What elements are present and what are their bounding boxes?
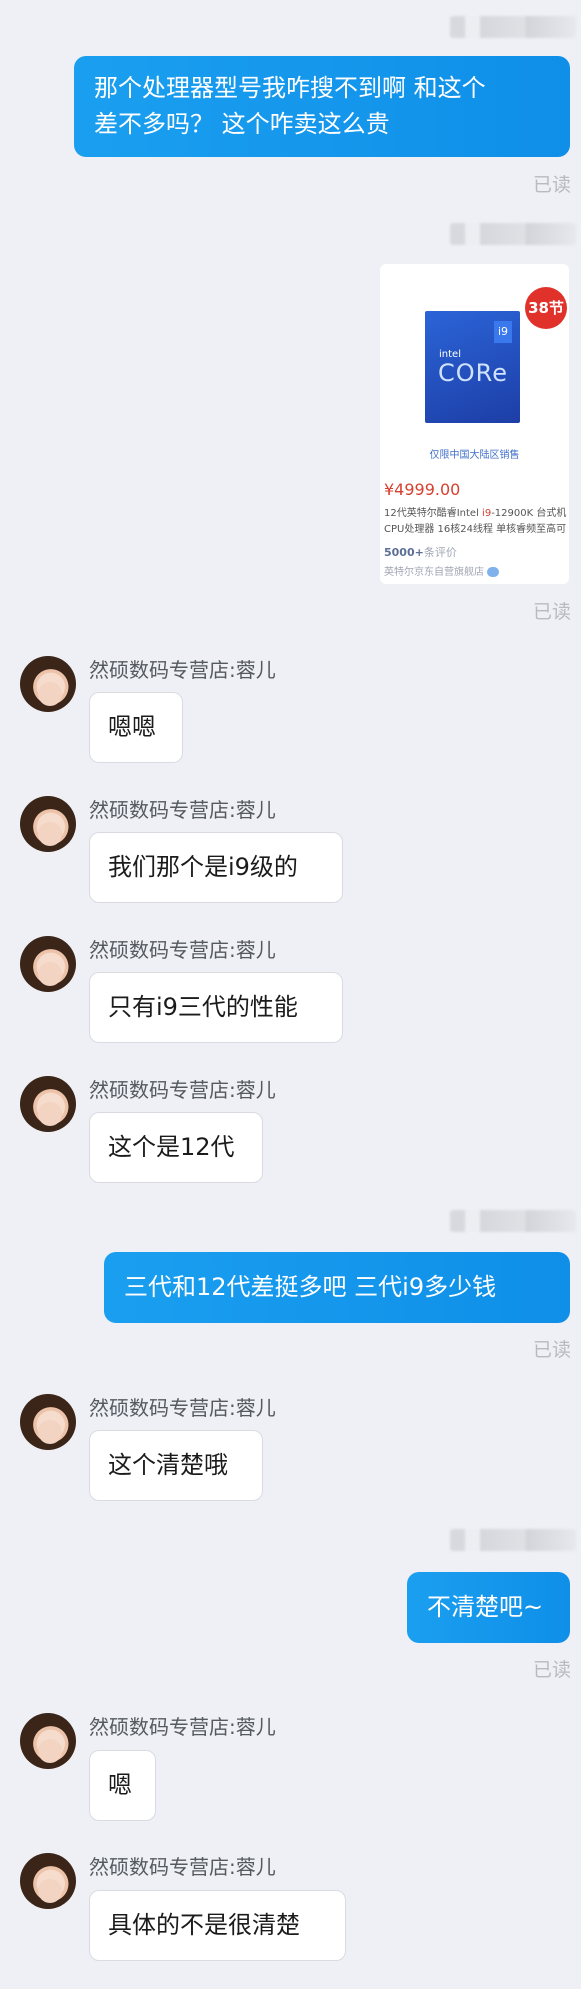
message-bubble-outgoing[interactable]: 三代和12代差挺多吧 三代i9多少钱 bbox=[104, 1252, 570, 1323]
shop-name: 英特尔京东自营旗舰店 bbox=[384, 567, 484, 578]
read-receipt: 已读 bbox=[532, 174, 571, 196]
avatar[interactable] bbox=[20, 1713, 76, 1769]
message-text: 我们那个是i9级的 bbox=[108, 853, 298, 881]
timestamp-blurred bbox=[450, 16, 576, 38]
reviews-label: 条评价 bbox=[423, 546, 457, 559]
product-region-note: 仅限中国大陆区销售 bbox=[429, 450, 520, 461]
timestamp-blurred bbox=[450, 223, 576, 245]
read-receipt: 已读 bbox=[532, 601, 571, 623]
message-text: 嗯嗯 bbox=[108, 713, 156, 741]
message-bubble-outgoing[interactable]: 那个处理器型号我咋搜不到啊 和这个 差不多吗？ 这个咋卖这么贵 bbox=[74, 56, 570, 157]
message-bubble-outgoing[interactable]: 不清楚吧~ bbox=[407, 1572, 570, 1643]
product-image: i9 intel CORe bbox=[425, 311, 520, 423]
product-core-logo: CORe bbox=[438, 359, 509, 387]
message-bubble-incoming[interactable]: 这个清楚哦 bbox=[89, 1430, 263, 1501]
message-text: 具体的不是很清楚 bbox=[108, 1911, 300, 1939]
reviews-count: 5000+ bbox=[384, 546, 424, 559]
product-shop[interactable]: 英特尔京东自营旗舰店 bbox=[384, 563, 499, 578]
message-text: 差不多吗？ 这个咋卖这么贵 bbox=[94, 110, 390, 138]
message-text: 那个处理器型号我咋搜不到啊 和这个 bbox=[94, 74, 486, 102]
read-receipt: 已读 bbox=[532, 1659, 571, 1681]
message-bubble-incoming[interactable]: 这个是12代 bbox=[89, 1112, 263, 1183]
timestamp-blurred bbox=[450, 1210, 576, 1232]
message-text: 这个清楚哦 bbox=[108, 1451, 228, 1479]
product-reviews: 5000+条评价 bbox=[384, 544, 457, 560]
chat-icon bbox=[487, 567, 499, 577]
message-bubble-incoming[interactable]: 嗯 bbox=[89, 1750, 156, 1821]
message-text: 三代和12代差挺多吧 三代i9多少钱 bbox=[124, 1273, 497, 1301]
product-title-highlight: i9 bbox=[482, 508, 492, 519]
avatar[interactable] bbox=[20, 656, 76, 712]
sender-name: 然硕数码专营店:蓉儿 bbox=[89, 1855, 276, 1879]
avatar[interactable] bbox=[20, 1394, 76, 1450]
avatar[interactable] bbox=[20, 936, 76, 992]
message-text: 这个是12代 bbox=[108, 1133, 235, 1161]
sender-name: 然硕数码专营店:蓉儿 bbox=[89, 798, 276, 822]
product-title: 12代英特尔酷睿Intel i9-12900K 台式机CPU处理器 16核24线… bbox=[384, 506, 568, 538]
message-bubble-incoming[interactable]: 只有i9三代的性能 bbox=[89, 972, 343, 1043]
avatar[interactable] bbox=[20, 1853, 76, 1909]
avatar[interactable] bbox=[20, 796, 76, 852]
avatar[interactable] bbox=[20, 1076, 76, 1132]
sender-name: 然硕数码专营店:蓉儿 bbox=[89, 938, 276, 962]
message-bubble-incoming[interactable]: 我们那个是i9级的 bbox=[89, 832, 343, 903]
sender-name: 然硕数码专营店:蓉儿 bbox=[89, 658, 276, 682]
timestamp-blurred bbox=[450, 1529, 576, 1551]
sender-name: 然硕数码专营店:蓉儿 bbox=[89, 1715, 276, 1739]
read-receipt: 已读 bbox=[532, 1339, 571, 1361]
message-text: 不清楚吧~ bbox=[427, 1593, 544, 1621]
product-title-part: 12代英特尔酷睿Intel bbox=[384, 508, 483, 519]
product-card[interactable]: i9 intel CORe 38节 仅限中国大陆区销售 ¥4999.00 12代… bbox=[380, 264, 569, 584]
message-text: 嗯 bbox=[108, 1771, 132, 1799]
product-price: ¥4999.00 bbox=[384, 480, 461, 499]
promo-badge: 38节 bbox=[525, 287, 567, 329]
sender-name: 然硕数码专营店:蓉儿 bbox=[89, 1396, 276, 1420]
product-i9-mark: i9 bbox=[494, 321, 512, 343]
message-bubble-incoming[interactable]: 嗯嗯 bbox=[89, 692, 183, 763]
sender-name: 然硕数码专营店:蓉儿 bbox=[89, 1078, 276, 1102]
message-text: 只有i9三代的性能 bbox=[108, 993, 298, 1021]
message-bubble-incoming[interactable]: 具体的不是很清楚 bbox=[89, 1890, 346, 1961]
